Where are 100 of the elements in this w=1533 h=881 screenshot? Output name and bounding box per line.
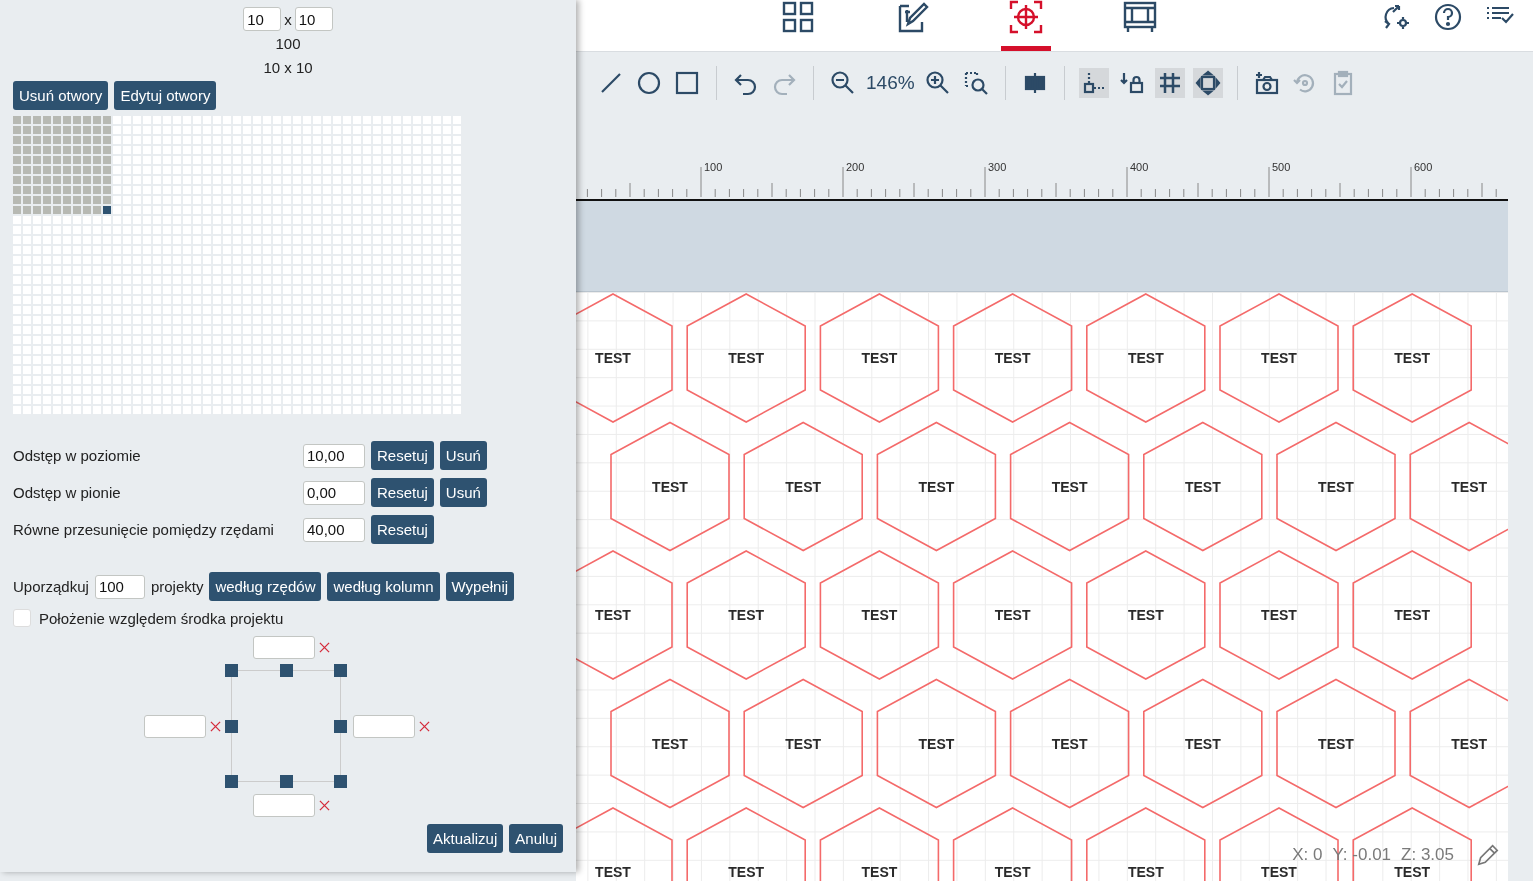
pencil-icon[interactable] xyxy=(1476,843,1500,867)
hexagon-shape[interactable] xyxy=(1352,292,1472,423)
ruler-label: 300 xyxy=(988,160,1007,173)
spacing-button[interactable]: Usuń xyxy=(439,441,487,470)
design-label: TEST xyxy=(918,478,955,495)
footer-button[interactable]: Anuluj xyxy=(509,824,563,853)
spacing-field[interactable]: 0,00 xyxy=(303,480,365,505)
nav-tab[interactable] xyxy=(1001,0,1051,51)
hexagon-shape[interactable] xyxy=(686,292,806,423)
anchor-handle[interactable] xyxy=(280,664,293,677)
hexagon-shape[interactable] xyxy=(686,806,806,881)
offset-field[interactable] xyxy=(253,793,315,817)
clear-icon[interactable] xyxy=(210,720,221,732)
design-label: TEST xyxy=(1318,735,1354,752)
design-label: TEST xyxy=(1261,349,1297,366)
arrange-button[interactable]: według rzędów xyxy=(209,572,322,601)
clear-icon[interactable] xyxy=(419,720,430,732)
anchor-handle[interactable] xyxy=(225,664,238,677)
hexagon-shape[interactable] xyxy=(1219,549,1339,680)
offset-field[interactable] xyxy=(253,635,315,659)
offset-field[interactable] xyxy=(144,714,206,738)
hexagon-shape[interactable] xyxy=(1276,678,1396,809)
spacing-button[interactable]: Resetuj xyxy=(371,441,434,470)
design-label: TEST xyxy=(1184,735,1221,752)
design-label: TEST xyxy=(861,606,898,623)
checkbox[interactable] xyxy=(13,609,31,627)
hexagon-shape[interactable] xyxy=(1086,292,1206,423)
x-coordinate: X: 0 xyxy=(1292,845,1323,865)
ruler-label: 500 xyxy=(1272,160,1291,173)
count-field[interactable]: 100 xyxy=(94,574,145,599)
hexagon-shape[interactable] xyxy=(610,421,730,552)
hexagon-shape[interactable] xyxy=(1009,421,1130,552)
design-label: TEST xyxy=(1127,349,1164,366)
hexagon-shape[interactable] xyxy=(1219,292,1339,423)
times-sign: x xyxy=(284,10,292,28)
design-label: TEST xyxy=(1394,606,1431,623)
hexagon-shape[interactable] xyxy=(1409,421,1508,552)
hexagon-shape[interactable] xyxy=(576,806,673,881)
hexagon-shape[interactable] xyxy=(1352,806,1472,881)
arrange-label: Uporządkuj xyxy=(13,578,89,595)
grid-toggle[interactable] xyxy=(1154,67,1185,98)
design-label: TEST xyxy=(728,606,765,623)
hexagon-shape[interactable] xyxy=(952,549,1073,680)
hexagon-shape[interactable] xyxy=(1143,678,1263,809)
hexagon-shape[interactable] xyxy=(1143,421,1263,552)
hexagon-shape[interactable] xyxy=(1409,678,1508,809)
ruler-label: 200 xyxy=(846,160,865,173)
arrange-label: projekty xyxy=(150,578,204,595)
footer-button[interactable]: Aktualizuj xyxy=(427,824,504,853)
spacing-button[interactable]: Resetuj xyxy=(371,515,434,544)
hexagon-shape[interactable] xyxy=(876,678,997,809)
clear-icon[interactable] xyxy=(319,799,330,811)
ruler-label: 600 xyxy=(1414,160,1433,173)
spacing-field[interactable]: 10,00 xyxy=(303,443,365,468)
hexagon-shape[interactable] xyxy=(576,292,673,423)
hexagon-shape[interactable] xyxy=(1086,806,1206,881)
zoom-level: 146% xyxy=(866,71,915,94)
hexagon-shape[interactable] xyxy=(686,549,806,680)
fit-button[interactable] xyxy=(1192,67,1223,98)
anchor-handle[interactable] xyxy=(334,775,347,788)
columns-field[interactable]: 10 xyxy=(243,7,282,31)
hexagon-shape[interactable] xyxy=(819,292,940,423)
anchor-handle[interactable] xyxy=(334,720,347,733)
hexagon-shape[interactable] xyxy=(1009,678,1130,809)
spacing-button[interactable]: Usuń xyxy=(439,478,487,507)
design-label: TEST xyxy=(1261,863,1297,880)
design-label: TEST xyxy=(652,735,688,752)
hexagon-shape[interactable] xyxy=(743,421,863,552)
hexagon-shape[interactable] xyxy=(819,806,940,881)
hole-grid-picker[interactable] xyxy=(13,116,463,414)
hexagon-shape[interactable] xyxy=(576,549,673,680)
spacing-button[interactable]: Resetuj xyxy=(371,478,434,507)
spacing-field[interactable]: 40,00 xyxy=(303,517,365,542)
hexagon-shape[interactable] xyxy=(952,292,1073,423)
arrange-button[interactable]: Wypełnij xyxy=(445,572,515,601)
arrange-button[interactable]: według kolumn xyxy=(327,572,440,601)
offset-field[interactable] xyxy=(353,714,415,738)
snap-button[interactable] xyxy=(1078,67,1109,98)
hexagon-shape[interactable] xyxy=(1276,421,1396,552)
rows-field[interactable]: 10 xyxy=(294,7,333,31)
clear-icon[interactable] xyxy=(319,641,330,653)
z-coordinate: Z: 3.05 xyxy=(1401,845,1454,865)
anchor-handle[interactable] xyxy=(225,720,238,733)
anchor-handle[interactable] xyxy=(280,775,293,788)
anchor-handle[interactable] xyxy=(225,775,238,788)
sync-settings-icon[interactable] xyxy=(1381,2,1411,32)
design-label: TEST xyxy=(652,478,688,495)
hexagon-shape[interactable] xyxy=(952,806,1073,881)
hexagon-shape[interactable] xyxy=(743,678,863,809)
hexagon-shape[interactable] xyxy=(610,678,730,809)
hole-action-button[interactable]: Edytuj otwory xyxy=(114,81,217,110)
design-label: TEST xyxy=(728,863,765,880)
hexagon-shape[interactable] xyxy=(876,421,997,552)
hexagon-shape[interactable] xyxy=(1352,549,1472,680)
hole-action-button[interactable]: Usuń otwory xyxy=(13,81,109,110)
hexagon-shape[interactable] xyxy=(1086,549,1206,680)
help-icon[interactable] xyxy=(1433,2,1463,32)
anchor-handle[interactable] xyxy=(334,664,347,677)
hexagon-shape[interactable] xyxy=(819,549,940,680)
hole-count: 100 xyxy=(274,35,302,54)
